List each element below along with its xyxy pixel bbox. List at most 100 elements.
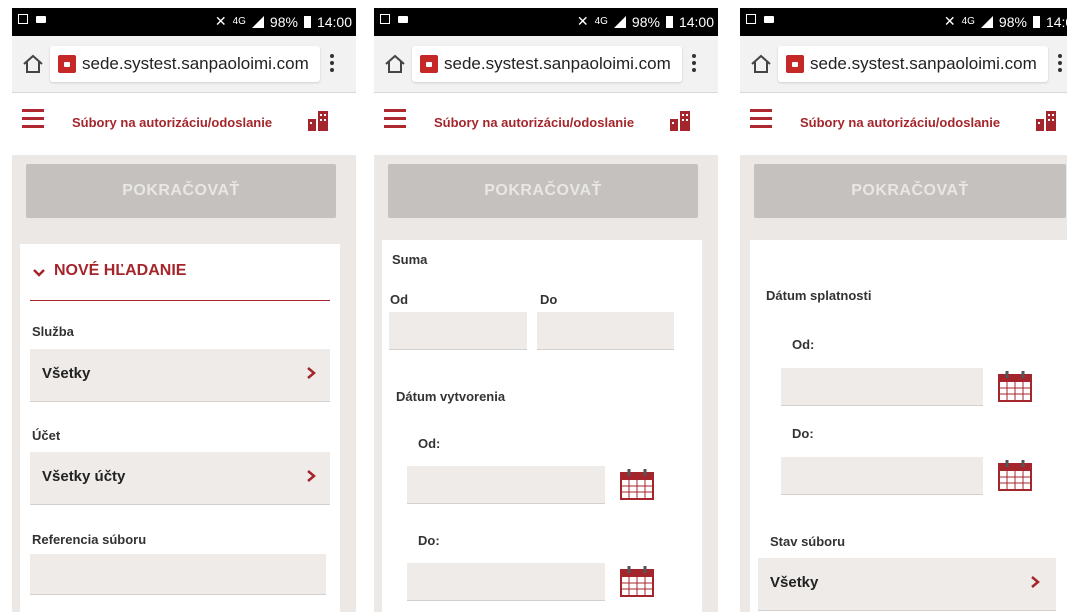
signal-icon bbox=[613, 15, 626, 28]
service-value: Všetky bbox=[42, 365, 91, 382]
screenshot-icon bbox=[380, 14, 390, 24]
network-type: 4G bbox=[594, 16, 608, 27]
amount-from-input[interactable] bbox=[389, 312, 527, 350]
more-options-icon[interactable] bbox=[330, 54, 334, 75]
hamburger-menu-icon[interactable] bbox=[384, 109, 406, 133]
status-bar: ✕ 4G 98% 14:00 bbox=[740, 8, 1067, 36]
created-to-input[interactable] bbox=[407, 563, 605, 601]
video-icon bbox=[36, 15, 46, 23]
hamburger-menu-icon[interactable] bbox=[750, 109, 772, 133]
reference-label: Referencia súboru bbox=[32, 532, 147, 547]
clock: 14:00 bbox=[1045, 13, 1067, 30]
created-from-input[interactable] bbox=[407, 466, 605, 504]
status-bar: ✕ 4G 98% 14:00 bbox=[12, 8, 356, 36]
network-type: 4G bbox=[232, 16, 246, 27]
app-header: Súbory na autorizáciu/odoslanie bbox=[374, 93, 718, 155]
screenshot-icon bbox=[746, 14, 756, 24]
filter-card: Suma Od Do Dátum vytvorenia Od: Do: bbox=[382, 240, 702, 612]
chevron-right-icon bbox=[307, 470, 316, 482]
battery-icon bbox=[1032, 15, 1040, 28]
video-icon bbox=[398, 15, 408, 23]
app-header: Súbory na autorizáciu/odoslanie bbox=[740, 93, 1067, 155]
browser-toolbar: sede.systest.sanpaoloimi.com bbox=[740, 36, 1067, 93]
due-to-input[interactable] bbox=[781, 457, 983, 495]
account-label: Účet bbox=[32, 428, 61, 443]
section-divider bbox=[30, 300, 330, 301]
hamburger-menu-icon[interactable] bbox=[22, 109, 44, 133]
file-status-value: Všetky bbox=[770, 574, 819, 591]
battery-icon bbox=[665, 15, 673, 28]
battery-level: 98% bbox=[269, 13, 298, 30]
section-title[interactable]: NOVÉ HĽADANIE bbox=[54, 262, 186, 280]
clock: 14:00 bbox=[678, 13, 714, 30]
page-title: Súbory na autorizáciu/odoslanie bbox=[800, 115, 1001, 130]
continue-button[interactable]: POKRAČOVAŤ bbox=[26, 164, 336, 218]
created-to-label: Do: bbox=[418, 533, 440, 548]
status-bar: ✕ 4G 98% 14:00 bbox=[374, 8, 718, 36]
due-to-label: Do: bbox=[792, 426, 814, 441]
service-label: Služba bbox=[32, 324, 74, 339]
video-icon bbox=[764, 15, 774, 23]
mute-icon: ✕ bbox=[576, 13, 589, 29]
address-bar[interactable]: sede.systest.sanpaoloimi.com bbox=[50, 46, 320, 82]
address-bar[interactable]: sede.systest.sanpaoloimi.com bbox=[778, 46, 1048, 82]
due-from-label: Od: bbox=[792, 337, 815, 352]
home-icon[interactable] bbox=[750, 53, 772, 75]
more-options-icon[interactable] bbox=[1058, 54, 1062, 75]
browser-toolbar: sede.systest.sanpaoloimi.com bbox=[12, 36, 356, 93]
service-selector[interactable]: Všetky bbox=[30, 349, 330, 402]
account-value: Všetky účty bbox=[42, 468, 126, 485]
clock: 14:00 bbox=[316, 13, 352, 30]
amount-label: Suma bbox=[392, 252, 428, 267]
url-text: sede.systest.sanpaoloimi.com bbox=[82, 54, 309, 73]
page-title: Súbory na autorizáciu/odoslanie bbox=[72, 115, 273, 130]
building-icon[interactable] bbox=[1036, 111, 1056, 131]
signal-icon bbox=[251, 15, 264, 28]
amount-to-label: Do bbox=[540, 292, 558, 307]
battery-level: 98% bbox=[631, 13, 660, 30]
address-bar[interactable]: sede.systest.sanpaoloimi.com bbox=[412, 46, 682, 82]
battery-icon bbox=[303, 15, 311, 28]
screen-1: ✕ 4G 98% 14:00 sede.systest.sanpaoloimi.… bbox=[12, 8, 356, 612]
account-selector[interactable]: Všetky účty bbox=[30, 452, 330, 505]
amount-to-input[interactable] bbox=[537, 312, 674, 350]
battery-level: 98% bbox=[998, 13, 1027, 30]
mute-icon: ✕ bbox=[943, 13, 956, 29]
network-type: 4G bbox=[961, 16, 975, 27]
screen-3: ✕ 4G 98% 14:00 sede.systest.sanpaoloimi.… bbox=[740, 8, 1067, 612]
screenshot-icon bbox=[18, 14, 28, 24]
created-from-label: Od: bbox=[418, 436, 441, 451]
calendar-icon[interactable] bbox=[620, 565, 654, 597]
building-icon[interactable] bbox=[670, 111, 690, 131]
home-icon[interactable] bbox=[384, 53, 406, 75]
mute-icon: ✕ bbox=[214, 13, 227, 29]
created-date-label: Dátum vytvorenia bbox=[396, 389, 506, 404]
calendar-icon[interactable] bbox=[998, 370, 1032, 402]
due-from-input[interactable] bbox=[781, 368, 983, 406]
calendar-icon[interactable] bbox=[620, 468, 654, 500]
signal-icon bbox=[980, 15, 993, 28]
more-options-icon[interactable] bbox=[692, 54, 696, 75]
url-text: sede.systest.sanpaoloimi.com bbox=[810, 54, 1037, 73]
file-status-selector[interactable]: Všetky bbox=[758, 558, 1056, 611]
lock-icon bbox=[786, 55, 804, 73]
continue-button[interactable]: POKRAČOVAŤ bbox=[754, 164, 1066, 218]
file-status-label: Stav súboru bbox=[770, 534, 846, 549]
screen-2: ✕ 4G 98% 14:00 sede.systest.sanpaoloimi.… bbox=[374, 8, 718, 612]
lock-icon bbox=[58, 55, 76, 73]
calendar-icon[interactable] bbox=[998, 459, 1032, 491]
page-title: Súbory na autorizáciu/odoslanie bbox=[434, 115, 635, 130]
home-icon[interactable] bbox=[22, 53, 44, 75]
building-icon[interactable] bbox=[308, 111, 328, 131]
app-header: Súbory na autorizáciu/odoslanie bbox=[12, 93, 356, 155]
filter-card: Dátum splatnosti Od: Do: Stav súboru Vše… bbox=[750, 240, 1067, 612]
browser-toolbar: sede.systest.sanpaoloimi.com bbox=[374, 36, 718, 93]
chevron-right-icon bbox=[307, 367, 316, 379]
lock-icon bbox=[420, 55, 438, 73]
continue-button[interactable]: POKRAČOVAŤ bbox=[388, 164, 698, 218]
chevron-down-icon[interactable] bbox=[32, 266, 46, 280]
search-card: NOVÉ HĽADANIE Služba Všetky Účet Všetky … bbox=[20, 244, 340, 612]
chevron-right-icon bbox=[1031, 576, 1040, 588]
url-text: sede.systest.sanpaoloimi.com bbox=[444, 54, 671, 73]
reference-input[interactable] bbox=[30, 554, 326, 595]
